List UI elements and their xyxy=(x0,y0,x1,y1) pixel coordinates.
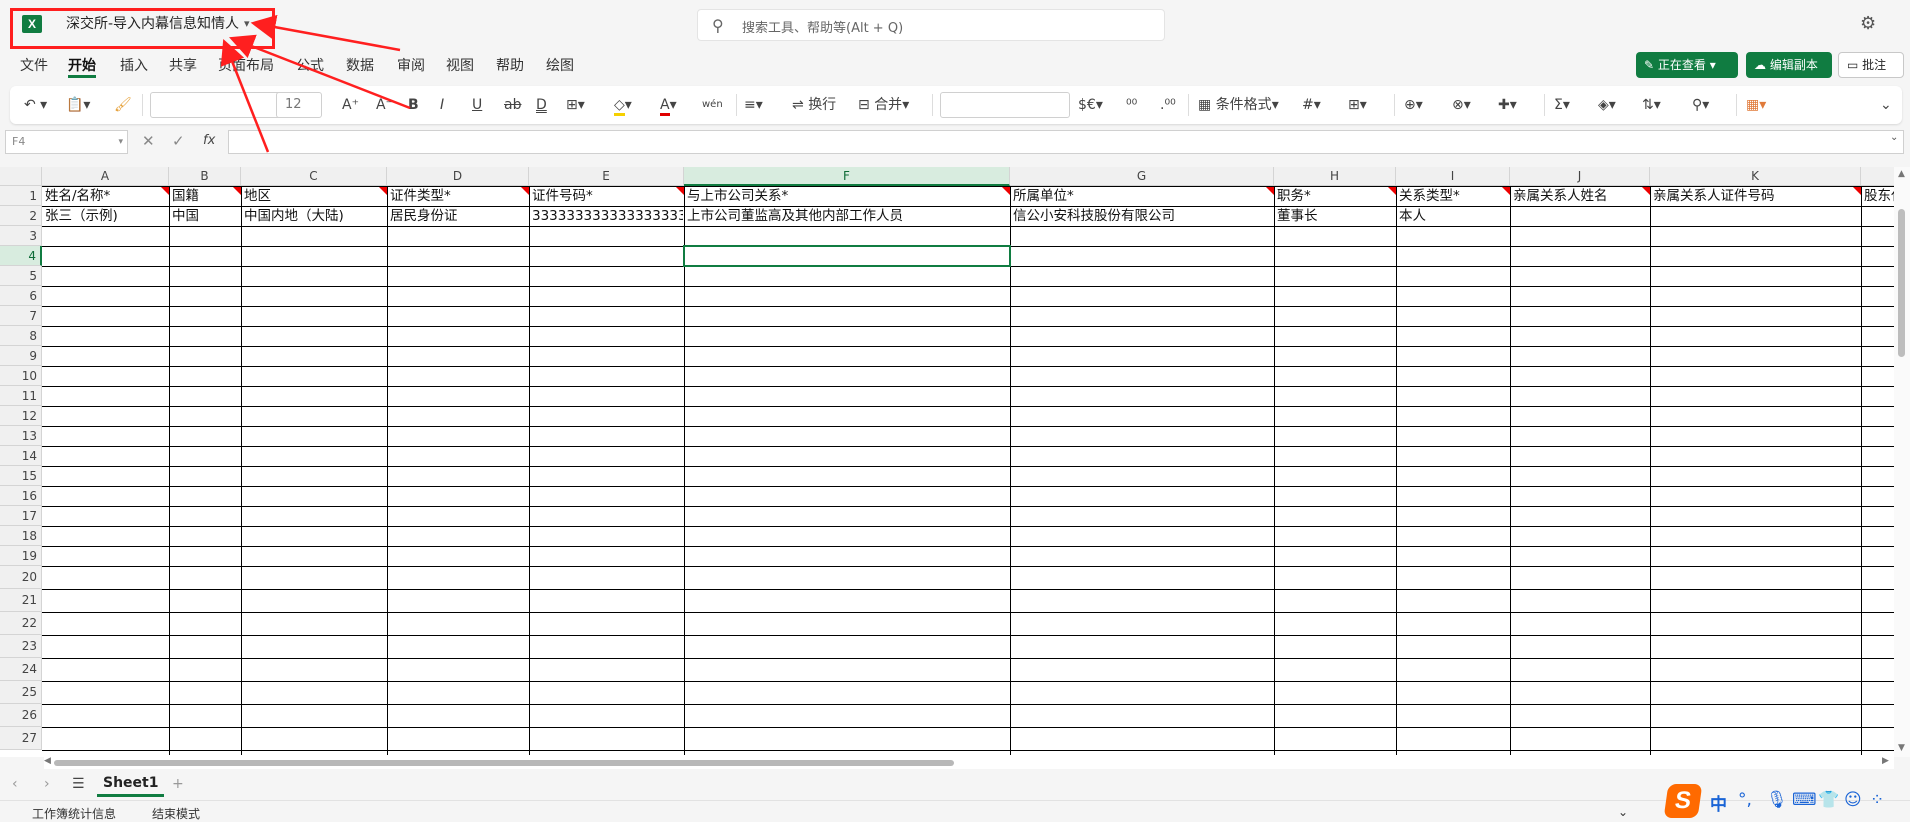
annotation-arrows xyxy=(220,14,411,153)
annotation-arrow xyxy=(229,34,411,110)
annotation-arrow xyxy=(250,14,401,52)
annotation-arrow xyxy=(220,39,270,153)
excel-window: X 深交所-导入内幕信息知情人 ▾ ⚲ 搜索工具、帮助等(Alt + Q) ⚙ … xyxy=(0,0,1910,822)
